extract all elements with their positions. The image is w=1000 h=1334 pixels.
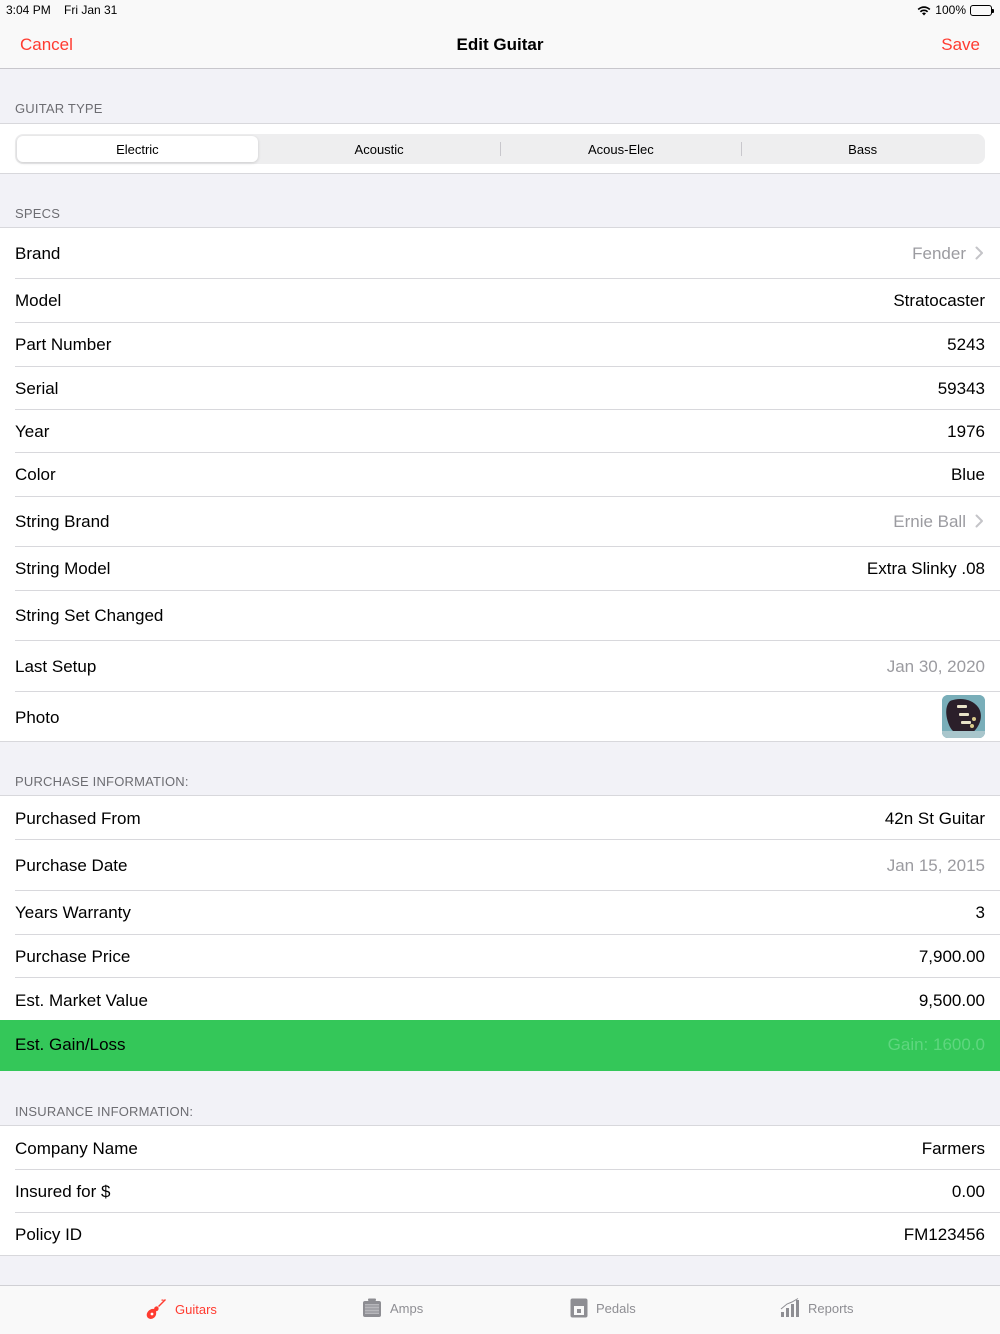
pedal-icon bbox=[570, 1298, 588, 1318]
last-setup-value[interactable]: Jan 30, 2020 bbox=[887, 657, 985, 677]
years-warranty-value[interactable]: 3 bbox=[976, 903, 985, 923]
tab-pedals-label: Pedals bbox=[596, 1300, 636, 1316]
color-label: Color bbox=[15, 465, 56, 484]
purchased-from-value[interactable]: 42n St Guitar bbox=[885, 809, 985, 829]
tab-guitars-label: Guitars bbox=[175, 1301, 217, 1317]
segment-electric[interactable]: Electric bbox=[17, 136, 258, 162]
string-brand-value: Ernie Ball bbox=[893, 512, 966, 531]
page-title: Edit Guitar bbox=[456, 35, 544, 54]
chevron-right-icon bbox=[975, 246, 983, 260]
part-number-label: Part Number bbox=[15, 335, 112, 354]
photo-row[interactable]: Photo bbox=[0, 692, 1000, 742]
purchased-from-row[interactable]: Purchased From 42n St Guitar bbox=[0, 796, 1000, 839]
purchased-from-label: Purchased From bbox=[15, 809, 141, 828]
purchase-price-label: Purchase Price bbox=[15, 947, 131, 966]
gain-loss-row: Est. Gain/Loss Gain: 1600.0 bbox=[0, 1020, 1000, 1071]
last-setup-row[interactable]: Last Setup Jan 30, 2020 bbox=[0, 641, 1000, 691]
guitar-type-segmented-control: Electric Acoustic Acous-Elec Bass bbox=[15, 134, 985, 164]
market-value-label: Est. Market Value bbox=[15, 991, 148, 1010]
save-button[interactable]: Save bbox=[941, 35, 980, 55]
brand-row[interactable]: Brand Fender bbox=[0, 228, 1000, 278]
gain-loss-label: Est. Gain/Loss bbox=[15, 1035, 126, 1054]
string-model-value[interactable]: Extra Slinky .08 bbox=[867, 559, 985, 579]
market-value-row[interactable]: Est. Market Value 9,500.00 bbox=[0, 978, 1000, 1021]
section-header-insurance: INSURANCE INFORMATION: bbox=[15, 1104, 194, 1119]
string-set-changed-label: String Set Changed bbox=[15, 606, 164, 625]
guitar-photo-thumbnail[interactable] bbox=[942, 695, 985, 738]
model-row[interactable]: Model Stratocaster bbox=[0, 279, 1000, 322]
color-value[interactable]: Blue bbox=[951, 465, 985, 485]
company-name-row[interactable]: Company Name Farmers bbox=[0, 1126, 1000, 1169]
market-value-value[interactable]: 9,500.00 bbox=[919, 991, 985, 1011]
gain-loss-value: Gain: 1600.0 bbox=[887, 1035, 985, 1054]
years-warranty-row[interactable]: Years Warranty 3 bbox=[0, 891, 1000, 934]
insured-for-value[interactable]: 0.00 bbox=[952, 1182, 985, 1202]
purchase-date-label: Purchase Date bbox=[15, 856, 128, 875]
section-header-specs: SPECS bbox=[15, 206, 61, 221]
model-label: Model bbox=[15, 291, 62, 310]
string-brand-label: String Brand bbox=[15, 512, 110, 531]
guitar-icon bbox=[146, 1299, 166, 1319]
part-number-value[interactable]: 5243 bbox=[947, 335, 985, 355]
tab-bar: Guitars Amps Pedals Reports bbox=[0, 1285, 1000, 1334]
insured-for-row[interactable]: Insured for $ 0.00 bbox=[0, 1170, 1000, 1213]
purchase-price-value[interactable]: 7,900.00 bbox=[919, 947, 985, 967]
policy-id-label: Policy ID bbox=[15, 1225, 83, 1244]
brand-value: Fender bbox=[912, 244, 966, 263]
status-right: 100% bbox=[917, 3, 994, 17]
serial-row[interactable]: Serial 59343 bbox=[0, 367, 1000, 410]
wifi-icon bbox=[917, 5, 931, 15]
year-value[interactable]: 1976 bbox=[947, 422, 985, 442]
year-row[interactable]: Year 1976 bbox=[0, 410, 1000, 453]
tab-amps[interactable]: Amps bbox=[362, 1298, 423, 1318]
insured-for-label: Insured for $ bbox=[15, 1182, 111, 1201]
segment-acous-elec[interactable]: Acous-Elec bbox=[501, 136, 742, 162]
battery-percent: 100% bbox=[935, 3, 966, 17]
years-warranty-label: Years Warranty bbox=[15, 903, 131, 922]
string-set-changed-row[interactable]: String Set Changed bbox=[0, 591, 1000, 641]
company-name-value[interactable]: Farmers bbox=[922, 1139, 985, 1159]
status-time: 3:04 PM bbox=[6, 3, 51, 17]
status-date: Fri Jan 31 bbox=[64, 3, 118, 17]
brand-label: Brand bbox=[15, 244, 61, 263]
tab-amps-label: Amps bbox=[390, 1300, 424, 1316]
year-label: Year bbox=[15, 422, 50, 441]
tab-guitars[interactable]: Guitars bbox=[145, 1298, 217, 1320]
policy-id-value[interactable]: FM123456 bbox=[904, 1225, 985, 1245]
section-header-guitar-type: GUITAR TYPE bbox=[15, 101, 103, 116]
model-value[interactable]: Stratocaster bbox=[893, 291, 985, 311]
serial-value[interactable]: 59343 bbox=[938, 379, 985, 399]
tab-pedals[interactable]: Pedals bbox=[570, 1298, 636, 1318]
insurance-group: Company Name Farmers Insured for $ 0.00 … bbox=[0, 1125, 1000, 1256]
last-setup-label: Last Setup bbox=[15, 657, 97, 676]
section-header-purchase: PURCHASE INFORMATION: bbox=[15, 774, 189, 789]
guitar-type-group: Electric Acoustic Acous-Elec Bass bbox=[0, 123, 1000, 174]
string-brand-row[interactable]: String Brand Ernie Ball bbox=[0, 497, 1000, 547]
purchase-date-row[interactable]: Purchase Date Jan 15, 2015 bbox=[0, 840, 1000, 890]
tab-reports[interactable]: Reports bbox=[780, 1298, 854, 1318]
color-row[interactable]: Color Blue bbox=[0, 453, 1000, 496]
segment-acoustic[interactable]: Acoustic bbox=[259, 136, 500, 162]
chart-bars-icon bbox=[780, 1298, 799, 1317]
amp-icon bbox=[363, 1298, 381, 1317]
part-number-row[interactable]: Part Number 5243 bbox=[0, 323, 1000, 366]
status-bar: 3:04 PM Fri Jan 31 100% bbox=[0, 0, 1000, 20]
segment-bass[interactable]: Bass bbox=[742, 136, 983, 162]
purchase-date-value[interactable]: Jan 15, 2015 bbox=[887, 856, 985, 876]
chevron-right-icon bbox=[975, 514, 983, 528]
battery-icon bbox=[970, 4, 994, 16]
tab-reports-label: Reports bbox=[808, 1300, 854, 1316]
company-name-label: Company Name bbox=[15, 1139, 138, 1158]
photo-label: Photo bbox=[15, 708, 60, 727]
policy-id-row[interactable]: Policy ID FM123456 bbox=[0, 1213, 1000, 1256]
string-model-row[interactable]: String Model Extra Slinky .08 bbox=[0, 547, 1000, 590]
string-model-label: String Model bbox=[15, 559, 111, 578]
specs-group: Brand Fender Model Stratocaster Part Num… bbox=[0, 227, 1000, 742]
navigation-bar: Cancel Edit Guitar Save bbox=[0, 20, 1000, 69]
purchase-price-row[interactable]: Purchase Price 7,900.00 bbox=[0, 935, 1000, 978]
serial-label: Serial bbox=[15, 379, 59, 398]
